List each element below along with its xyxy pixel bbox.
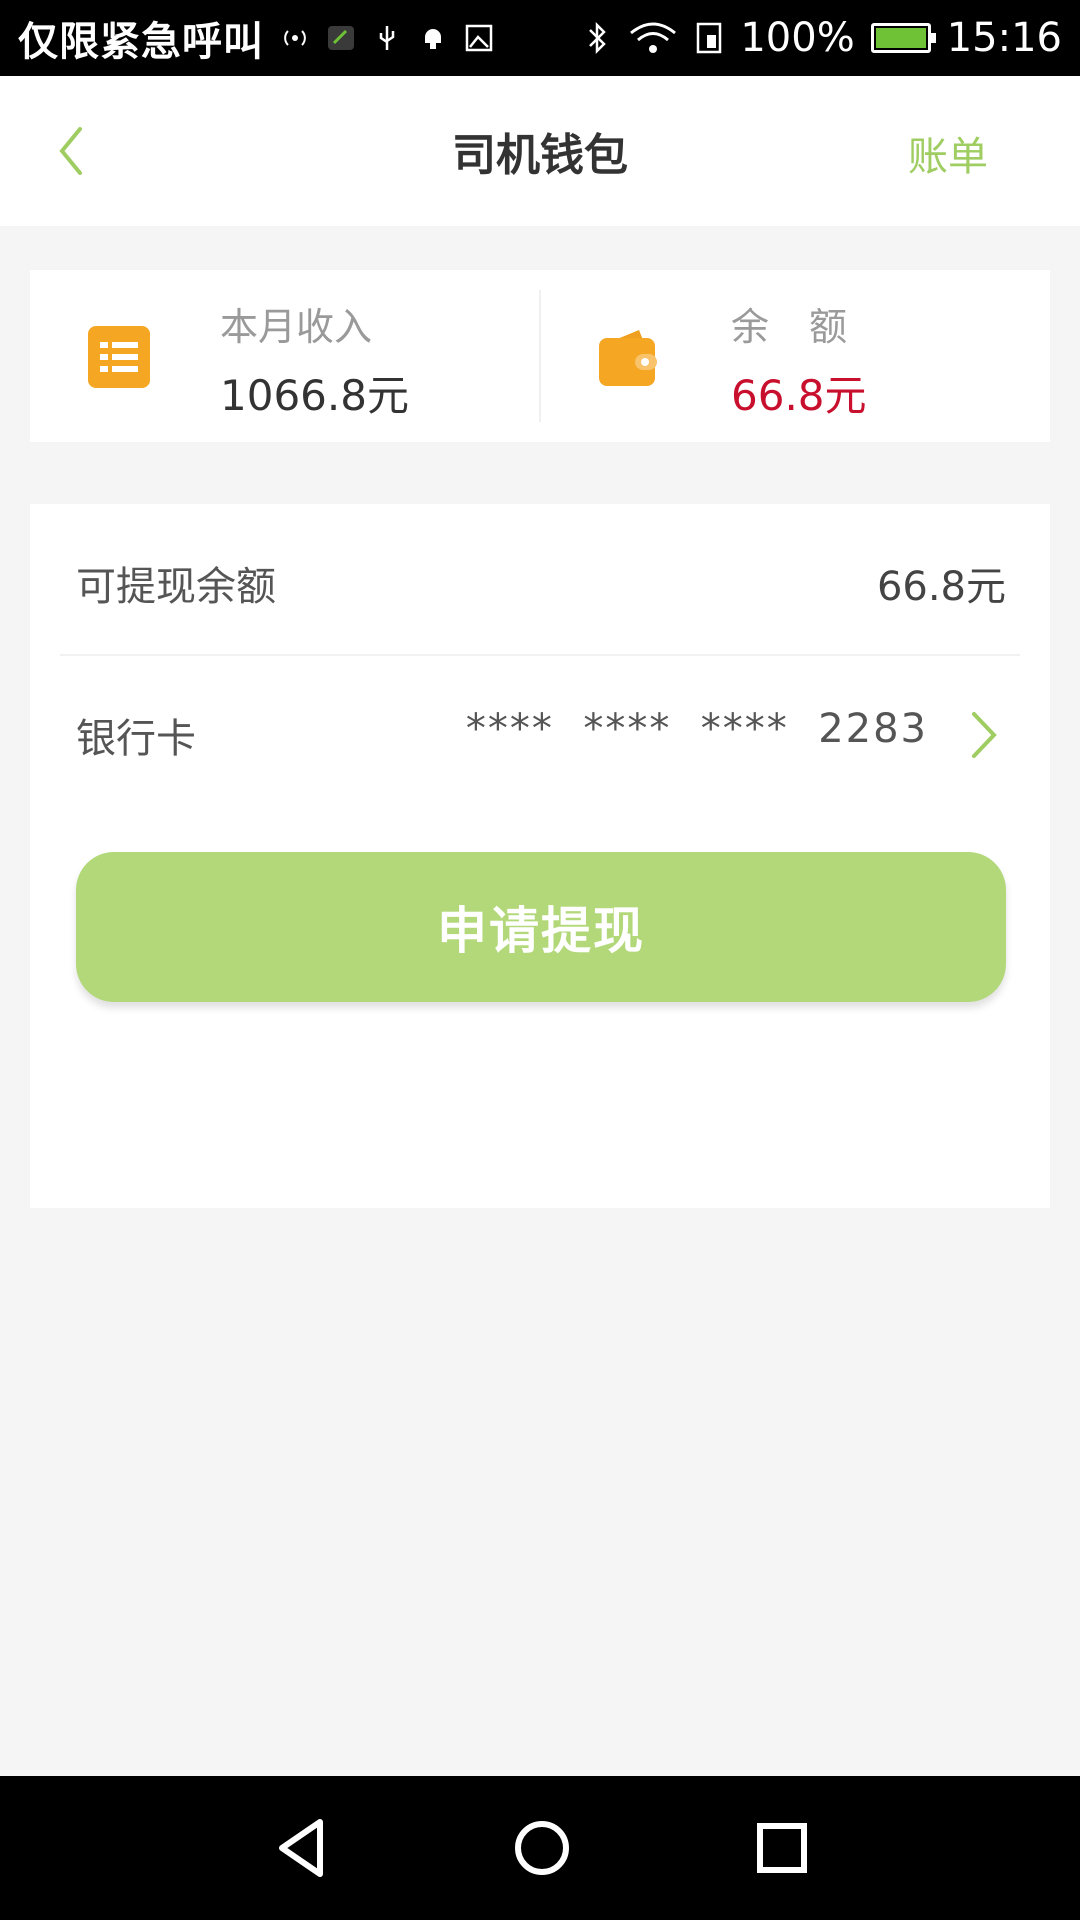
carrier-text: 仅限紧急呼叫	[18, 19, 264, 65]
balance-value: 66.8元	[731, 371, 867, 420]
withdraw-card: 可提现余额 66.8元 银行卡 **** **** **** 2283 申请提现	[30, 504, 1050, 1208]
bank-card-number: **** **** **** 2283	[465, 706, 928, 752]
bank-card-row[interactable]: 银行卡 **** **** **** 2283	[30, 656, 1050, 806]
bank-card-label: 银行卡	[76, 716, 196, 762]
balance-label: 余额	[731, 305, 888, 349]
monthly-income-label: 本月收入	[220, 305, 373, 349]
usb-icon	[372, 23, 402, 53]
chevron-right-icon	[972, 712, 997, 758]
sim-icon	[694, 22, 724, 54]
clock: 15:16	[946, 15, 1062, 61]
bill-button[interactable]: 账单	[908, 124, 988, 182]
battery-icon	[870, 23, 936, 53]
monthly-income-value: 1066.8元	[220, 371, 409, 420]
available-balance-value: 66.8元	[876, 564, 1006, 610]
wallet-summary-card: 本月收入 1066.8元 余额 66.8元	[30, 270, 1050, 442]
list-icon	[88, 326, 150, 388]
nav-recent-apps-icon[interactable]	[742, 1808, 822, 1888]
hotspot-icon	[280, 23, 310, 53]
status-bar: 仅限紧急呼叫 100% 15:16	[0, 0, 1080, 76]
available-balance-row: 可提现余额 66.8元	[30, 504, 1050, 656]
available-balance-label: 可提现余额	[76, 564, 276, 610]
nav-home-icon[interactable]	[502, 1808, 582, 1888]
app-header: 司机钱包 账单	[0, 76, 1080, 226]
android-debug-icon	[418, 23, 448, 53]
wifi-icon	[628, 22, 678, 53]
back-button[interactable]	[50, 121, 110, 181]
image-icon	[464, 23, 494, 53]
wallet-icon	[599, 330, 657, 386]
monthly-income-item: 本月收入 1066.8元	[30, 270, 539, 442]
bluetooth-icon	[582, 21, 612, 55]
apply-withdraw-button[interactable]: 申请提现	[76, 852, 1006, 1002]
app-notification-icon	[326, 23, 356, 53]
nav-back-icon[interactable]	[262, 1808, 342, 1888]
chevron-left-icon	[59, 127, 82, 175]
page-title: 司机钱包	[452, 130, 628, 181]
balance-item: 余额 66.8元	[541, 270, 1050, 442]
system-nav-bar	[0, 1776, 1080, 1920]
battery-percent: 100%	[740, 15, 855, 61]
